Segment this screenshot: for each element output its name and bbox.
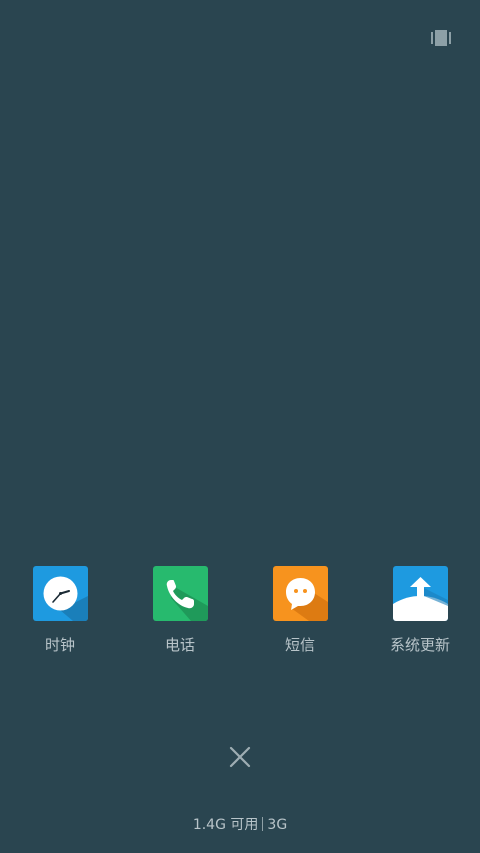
message-icon	[272, 566, 328, 621]
app-label: 系统更新	[389, 636, 450, 654]
app-system-update[interactable]: 系统更新	[360, 566, 480, 666]
close-icon[interactable]	[229, 746, 251, 768]
app-label: 短信	[284, 636, 315, 654]
clock-icon	[32, 566, 88, 621]
memory-info: 1.4G 可用 3G	[0, 815, 480, 835]
app-phone[interactable]: 电话	[120, 566, 240, 666]
app-clock[interactable]: 时钟	[0, 566, 120, 666]
app-label: 时钟	[44, 636, 75, 654]
app-messages[interactable]: 短信	[240, 566, 360, 666]
phone-icon	[152, 566, 208, 621]
app-label: 电话	[164, 636, 195, 654]
memory-separator	[262, 817, 264, 831]
memory-available: 1.4G 可用	[192, 817, 259, 833]
recent-apps-row: 时钟 电话 短信 系统更新	[0, 566, 480, 666]
recent-view-toggle-icon[interactable]	[431, 30, 451, 46]
memory-total: 3G	[267, 817, 288, 833]
system-update-icon	[392, 566, 448, 621]
